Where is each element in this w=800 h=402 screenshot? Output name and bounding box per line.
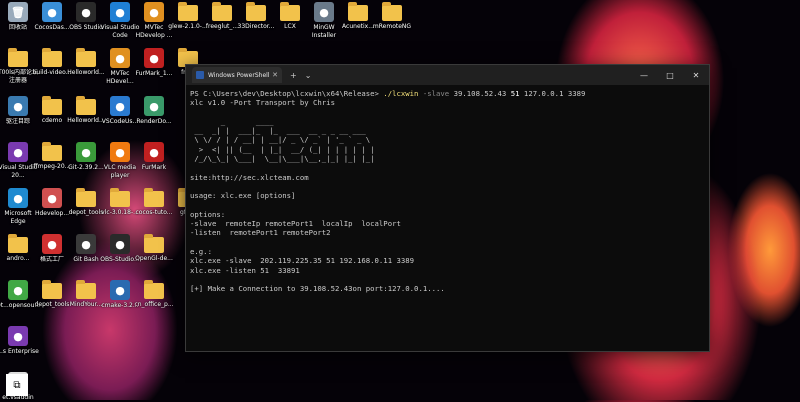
command-flag: -slave: [418, 89, 450, 98]
console-line: xlc.exe -slave 202.119.225.35 51 192.168…: [190, 256, 415, 266]
console-line: \ \/ / | / __| | __|/ _ \/ _` | '_ ` _ \: [194, 135, 371, 145]
powershell-icon: [196, 71, 204, 79]
title-bar[interactable]: Windows PowerShell ✕ + ⌄ — □ ✕: [186, 65, 709, 85]
folder-icon: [144, 280, 164, 299]
folder-icon: [280, 2, 300, 21]
folder-icon: [110, 188, 130, 207]
app-icon: ●: [8, 326, 28, 346]
desktop-icon[interactable]: ● FurMark: [132, 142, 176, 172]
console-line: xlc v1.0 -Port Transport by Chris: [190, 98, 335, 108]
tab-powershell[interactable]: Windows PowerShell ✕: [192, 67, 282, 83]
console-line: e.g.:: [190, 247, 212, 257]
console-line: __ _| | ___|_ |_ ___ __ _ _ __ ___: [194, 126, 366, 136]
app-icon: ●: [110, 96, 130, 116]
prompt: PS C:\Users\dev\Desktop\lcxwin\x64\Relea…: [190, 89, 384, 98]
new-tab-button[interactable]: +: [290, 71, 297, 80]
app-icon: ●: [8, 142, 28, 162]
app-icon: ●: [110, 48, 130, 68]
folder-icon: [76, 48, 96, 67]
folder-icon: [348, 2, 368, 21]
folder-icon: [42, 48, 62, 67]
console-line: [+] Make a Connection to 39.108.52.43on …: [190, 284, 445, 294]
command-port: 51: [510, 89, 520, 98]
folder-icon: [178, 2, 198, 21]
desktop-icon[interactable]: mRemoteNG: [370, 2, 414, 31]
desktop-icon-label: ...s Enterprise: [0, 348, 39, 355]
folder-icon: [382, 2, 402, 21]
command-ip: 39.108.52.43: [449, 89, 511, 98]
prompt-line: PS C:\Users\dev\Desktop\lcxwin\x64\Relea…: [190, 89, 585, 98]
console-line: > <| || (__ | |_| __/ (_| | | | | | |: [198, 144, 375, 154]
desktop-icon-label: mRemoteNG: [372, 23, 412, 30]
folder-icon: [42, 280, 62, 299]
app-icon: ●: [42, 2, 62, 22]
console-line: /_/\_\_| \___| \__|\___|\__,_|_| |_| |_|: [194, 154, 375, 164]
desktop-icon[interactable]: cn_office_p...: [132, 280, 176, 309]
app-icon: ●: [42, 188, 62, 208]
app-icon: ●: [76, 234, 96, 254]
command: ./lcxwin: [383, 89, 419, 98]
tab-title: Windows PowerShell: [208, 71, 270, 79]
app-icon: ●: [8, 96, 28, 116]
powershell-window[interactable]: Windows PowerShell ✕ + ⌄ — □ ✕ PS C:\Use…: [185, 64, 710, 352]
desktop-icon-label: RenderDo...: [136, 118, 172, 125]
console-line: site:http://sec.xlcteam.com: [190, 172, 309, 182]
folder-icon: [76, 188, 96, 207]
app-icon: ●: [144, 142, 164, 162]
app-icon: ●: [76, 142, 96, 162]
folder-icon: [8, 48, 28, 67]
folder-icon: [144, 188, 164, 207]
folder-icon: [42, 142, 62, 161]
console-lines: xlc v1.0 -Port Transport by Chris _ ____…: [190, 98, 445, 293]
folder-icon: [8, 234, 28, 253]
minimize-button[interactable]: —: [631, 71, 657, 80]
app-icon: ●: [144, 48, 164, 68]
app-icon: ●: [110, 280, 130, 300]
app-icon: ●: [110, 234, 130, 254]
desktop-icon[interactable]: ● ...s Enterprise: [0, 326, 40, 356]
close-button[interactable]: ✕: [683, 71, 709, 80]
folder-icon: [212, 2, 232, 21]
folder-icon: [246, 2, 266, 21]
app-icon: ●: [314, 2, 334, 22]
command-rest: 127.0.0.1 3389: [519, 89, 586, 98]
console-line: _ ____: [220, 116, 274, 126]
desktop-icon-label: FurMark: [141, 164, 167, 171]
folder-icon: [42, 96, 62, 115]
app-icon: ●: [42, 234, 62, 254]
console-line: usage: xlc.exe [options]: [190, 191, 296, 201]
console-line: xlc.exe -listen 51 33891: [190, 265, 300, 275]
app-icon: ●: [110, 2, 130, 22]
desktop-icon-label: OpenGl-de...: [135, 255, 173, 262]
recycle-bin-icon: 🗑: [8, 2, 28, 22]
console-output[interactable]: PS C:\Users\dev\Desktop\lcxwin\x64\Relea…: [186, 85, 709, 294]
console-line: -listen remotePort1 remotePort2: [190, 228, 331, 238]
app-icon: ●: [8, 188, 28, 208]
console-line: -slave remoteIp remotePort1 localIp loca…: [190, 219, 401, 229]
folder-icon: [144, 234, 164, 253]
app-icon: ●: [144, 96, 164, 116]
app-icon: ●: [8, 280, 28, 300]
pinned-app-icon[interactable]: ⧉: [6, 374, 28, 396]
app-icon: ●: [144, 2, 164, 22]
app-icon: ●: [110, 142, 130, 162]
desktop-icon[interactable]: OpenGl-de...: [132, 234, 176, 263]
app-icon: ●: [76, 2, 96, 22]
tab-close-icon[interactable]: ✕: [272, 71, 278, 79]
maximize-button[interactable]: □: [657, 71, 683, 80]
desktop-icon-label: cn_office_p...: [134, 301, 174, 308]
folder-icon: [76, 96, 96, 115]
folder-icon: [76, 280, 96, 299]
console-line: options:: [190, 209, 226, 219]
desktop-icon[interactable]: ● RenderDo...: [132, 96, 176, 126]
tab-dropdown-button[interactable]: ⌄: [305, 71, 312, 80]
